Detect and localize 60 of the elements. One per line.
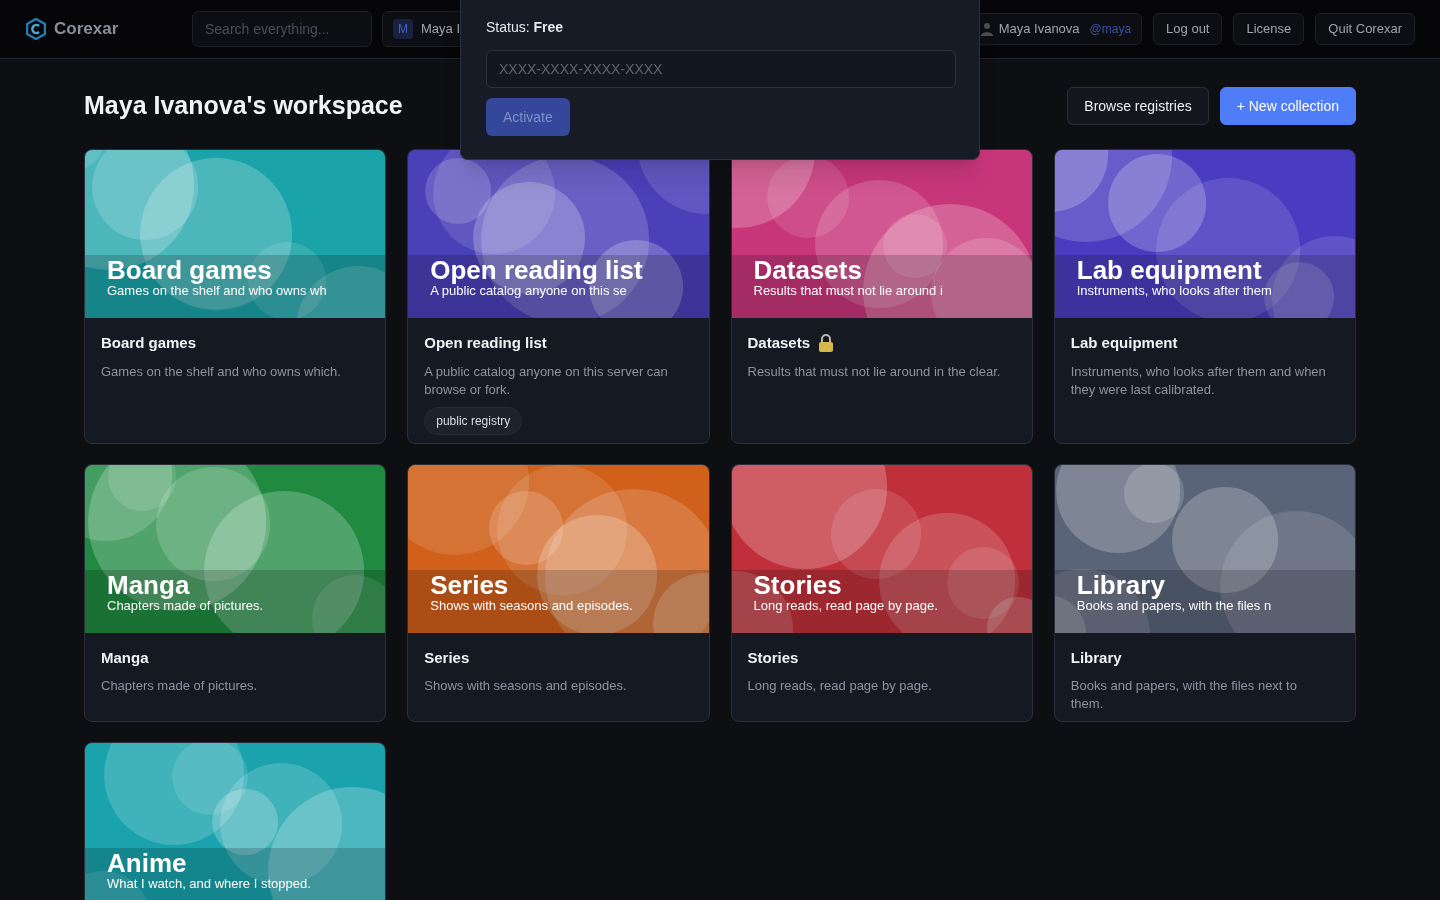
collection-name: Series (424, 647, 470, 668)
collection-description: Games on the shelf and who owns which. (101, 362, 342, 381)
collection-card[interactable]: Datasets Results that must not lie around i Datasets Results that must not lie around in the clear. (730, 149, 1033, 444)
user-icon (980, 22, 993, 36)
banner-subtitle: Results that must not lie around i (753, 284, 943, 298)
collection-name: Manga (101, 647, 149, 668)
collection-card[interactable]: Series Shows with seasons and episodes. Series Shows with seasons and episodes. (407, 463, 710, 722)
user-name: Maya Ivanova (998, 20, 1080, 39)
collection-card[interactable]: Lab equipment Instruments, who looks after them Lab equipment Instruments, who looks after them and when they were last calibrated. (1053, 149, 1356, 444)
collection-card[interactable]: Manga Chapters made of pictures. Manga Chapters made of pictures. (84, 463, 387, 722)
collection-card[interactable]: Library Books and papers, with the files n Library Books and papers, with the files next to them. (1053, 463, 1356, 722)
banner-title: Lab equipment (1076, 256, 1263, 284)
banner-title: Stories (753, 570, 843, 599)
banner-subtitle: What I watch, and where I stopped. (107, 877, 311, 891)
search-field[interactable]: Search everything... (192, 11, 372, 47)
collection-name: Board games (101, 333, 197, 353)
app-name: Corexar (54, 18, 119, 41)
user-handle: @maya (1089, 21, 1132, 38)
collection-description: Long reads, read page by page. (747, 677, 933, 695)
nav-button[interactable]: License (1233, 13, 1305, 45)
page-title: Maya Ivanova's workspace (84, 90, 403, 122)
collection-name: Stories (747, 647, 799, 668)
collection-name: Datasets (747, 333, 811, 353)
banner-subtitle: Games on the shelf and who owns wh (107, 284, 327, 298)
banner-subtitle: Instruments, who looks after them (1076, 284, 1272, 298)
nav-button[interactable]: Log out (1153, 13, 1223, 45)
collection-name: Open reading list (424, 333, 547, 353)
collection-description: Books and papers, with the files next to them. (1070, 677, 1298, 713)
collection-name: Lab equipment (1070, 333, 1178, 353)
banner-title: Board games (107, 256, 273, 284)
banner-subtitle: Long reads, read page by page. (753, 598, 938, 613)
collection-description: Chapters made of pictures. (101, 677, 259, 695)
banner-subtitle: Chapters made of pictures. (107, 598, 264, 613)
banner-title: Series (430, 570, 510, 599)
collection-description: Results that must not lie around in the clear. (747, 362, 1002, 381)
banner-subtitle: Shows with seasons and episodes. (430, 598, 633, 613)
banner-title: Manga (107, 570, 191, 599)
new-collection-button[interactable]: + New collection (1219, 87, 1356, 125)
tag: public registry (424, 406, 523, 435)
collection-description: A public catalog anyone on this server can browse or fork. (424, 362, 669, 399)
collection-name: Library (1070, 647, 1122, 668)
banner-subtitle: Books and papers, with the files n (1076, 598, 1272, 613)
collection-description: Instruments, who looks after them and when they were last calibrated. (1070, 362, 1327, 399)
banner-title: Open reading list (430, 256, 643, 284)
lock-icon (818, 334, 835, 353)
browse-button[interactable]: Browse registries (1067, 87, 1209, 125)
avatar: M (393, 19, 413, 39)
user-name: Maya I (421, 20, 460, 39)
banner-title: Library (1076, 570, 1166, 599)
license-key-field[interactable]: XXXX-XXXX-XXXX-XXXX (486, 50, 956, 88)
logo-icon (26, 18, 46, 40)
banner-subtitle: A public catalog anyone on this se (430, 284, 628, 298)
collection-card[interactable]: Anime What I watch, and where I stopped. (84, 742, 387, 900)
collection-card[interactable]: Board games Games on the shelf and who owns wh Board games Games on the shelf and who owns which. (84, 149, 387, 444)
banner-title: Anime (107, 849, 188, 877)
banner-title: Datasets (753, 256, 863, 284)
nav-button[interactable]: Quit Corexar (1315, 13, 1415, 45)
collection-card[interactable]: Open reading list A public catalog anyone on this se Open reading list A public catalog anyone on this server can browse or fork. public registry (407, 149, 710, 444)
collection-card[interactable]: Stories Long reads, read page by page. Stories Long reads, read page by page. (730, 463, 1033, 722)
collection-description: Shows with seasons and episodes. (424, 677, 628, 695)
